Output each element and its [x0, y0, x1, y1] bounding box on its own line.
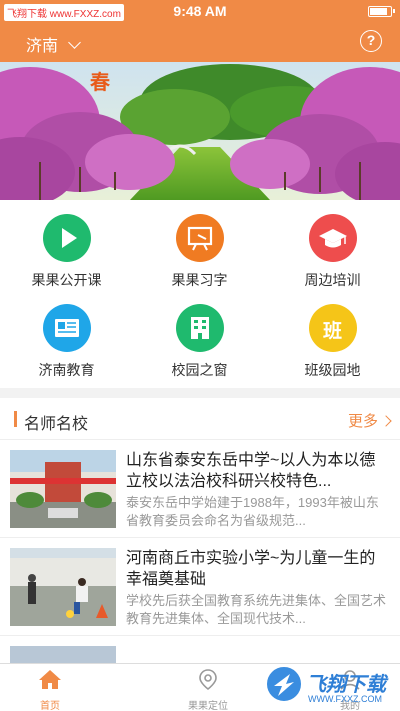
- grid-label: 校园之窗: [171, 362, 228, 378]
- article-desc: 泰安东岳中学始建于1988年，1993年被山东省教育委员会命名为省级规范...: [126, 495, 379, 528]
- watermark-text: 飞翔下载: [306, 674, 386, 696]
- city-label: 济南: [26, 38, 59, 55]
- article-thumbnail: [10, 548, 116, 626]
- board-icon: [175, 214, 224, 262]
- grid-item-open-class[interactable]: 果果公开课: [0, 214, 133, 290]
- grid-item-education[interactable]: 济南教育: [0, 304, 133, 380]
- article-desc: 学校先后获全国教育系统先进集体、全国艺术教育先进集体、全国现代技术...: [126, 593, 387, 626]
- section-header: 名师名校 更多: [0, 398, 400, 440]
- grid-label: 果果公开课: [31, 272, 102, 288]
- article-title: 河南商丘市实验小学~为儿童一生的幸福奠基础: [126, 550, 376, 588]
- city-selector[interactable]: 济南: [26, 32, 81, 56]
- article-title: 山东省泰安东岳中学~以人为本以德立校以法治校科研兴校特色...: [126, 452, 376, 490]
- article-thumbnail: [10, 646, 116, 663]
- section-title: 名师名校: [24, 416, 89, 433]
- class-icon: 班: [308, 304, 357, 352]
- tab-label: 首页: [40, 701, 60, 711]
- section-accent-bar: [14, 411, 17, 427]
- nav-bar: 济南 ?: [0, 22, 400, 62]
- more-link[interactable]: 更多: [347, 410, 392, 431]
- location-icon: [199, 669, 217, 691]
- grid-item-training[interactable]: 周边培训: [266, 214, 399, 290]
- article-item[interactable]: 河南商丘市实验小学~为儿童一生的幸福奠基础 学校先后获全国教育系统先进集体、全国…: [0, 538, 400, 636]
- watermark-url: WWW.FXXZ.COM: [308, 694, 382, 704]
- building-icon: [175, 304, 224, 352]
- feature-grid: 果果公开课 果果习字 周边培训 济南教育 校园之窗 班 班级园地: [0, 200, 400, 388]
- grid-label: 周边培训: [304, 272, 361, 288]
- article-item[interactable]: 山东省泰安东岳中学~以人为本以德立校以法治校科研兴校特色... 泰安东岳中学始建…: [0, 440, 400, 538]
- tab-location[interactable]: 果果定位: [158, 668, 258, 711]
- play-icon: [42, 214, 91, 262]
- status-bar: 飞翔下载 www.FXXZ.com 9:48 AM: [0, 0, 400, 22]
- grid-item-calligraphy[interactable]: 果果习字: [133, 214, 266, 290]
- famous-schools-section: 名师名校 更多 山东省泰安东岳中学~以人为本以德立校以法治校科研兴校特色... …: [0, 398, 400, 663]
- banner-text: 春: [90, 70, 110, 94]
- watermark: 飞翔下载 WWW.FXXZ.COM: [264, 662, 394, 708]
- status-time: 9:48 AM: [173, 3, 227, 19]
- more-label: 更多: [347, 413, 378, 430]
- class-glyph: 班: [322, 321, 342, 342]
- article-item[interactable]: [0, 636, 400, 663]
- banner-image: [0, 62, 400, 200]
- grid-label: 班级园地: [304, 362, 361, 378]
- grid-label: 果果习字: [171, 272, 228, 288]
- graduation-cap-icon: [308, 214, 357, 262]
- question-circle-icon[interactable]: ?: [360, 30, 382, 52]
- chevron-down-icon: [68, 35, 81, 49]
- news-icon: [42, 304, 91, 352]
- chevron-right-icon: [380, 414, 392, 427]
- battery-level: [370, 8, 387, 15]
- grid-label: 济南教育: [38, 362, 95, 378]
- grid-item-campus[interactable]: 校园之窗: [133, 304, 266, 380]
- battery-icon: [368, 6, 395, 17]
- home-icon: [39, 670, 61, 689]
- tab-label: 果果定位: [188, 701, 228, 711]
- tab-home[interactable]: 首页: [0, 668, 100, 711]
- article-thumbnail: [10, 450, 116, 528]
- banner-carousel[interactable]: 春: [0, 62, 400, 200]
- grid-item-class[interactable]: 班 班级园地: [266, 304, 399, 380]
